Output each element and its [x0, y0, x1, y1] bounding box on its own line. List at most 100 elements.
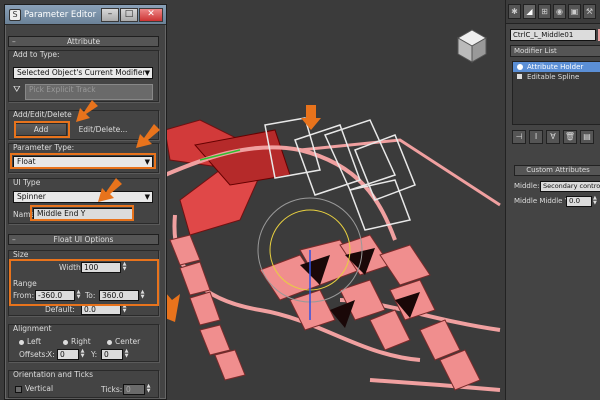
ui-type-dropdown[interactable]: Spinner ▼	[13, 191, 153, 203]
utilities-tab-icon[interactable]: ⚒	[583, 4, 596, 19]
ui-type-value: Spinner	[17, 192, 46, 201]
radio-dot-icon	[19, 339, 24, 345]
stack-item-attribute-holder[interactable]: Attribute Holder	[513, 62, 600, 72]
parameter-editor-dialog[interactable]: S Parameter Editor – □ ✕ – Attribute Add…	[4, 4, 167, 400]
default-spinner[interactable]: 0.0 ▲ ▼	[81, 304, 126, 315]
pin-stack-icon[interactable]: ⊣	[512, 130, 526, 144]
middle-label: Middle:	[514, 182, 540, 190]
name-field[interactable]: Middle End Y	[33, 208, 133, 220]
radio-left-label: Left	[27, 337, 42, 346]
spinner-arrows-icon[interactable]: ▲ ▼	[123, 349, 130, 360]
from-spinner[interactable]: -360.0 ▲ ▼	[35, 290, 80, 301]
from-label: From:	[13, 291, 35, 300]
stack-item-editable-spline[interactable]: Editable Spline	[513, 72, 600, 82]
annotation-arrow-icon	[98, 178, 122, 202]
motion-tab-icon[interactable]: ◉	[553, 4, 566, 19]
lightbulb-icon[interactable]	[517, 64, 523, 70]
attribute-rollout-title: Attribute	[66, 37, 101, 46]
add-to-type-group: Add to Type: Selected Object's Current M…	[8, 50, 159, 102]
width-spinner[interactable]: 100 ▲ ▼	[81, 262, 126, 273]
modifier-list-dropdown[interactable]: Modifier List	[510, 45, 600, 57]
stack-item-label: Attribute Holder	[527, 63, 584, 71]
edit-delete-button[interactable]: Edit/Delete...	[73, 123, 133, 136]
checkbox-box-icon	[15, 385, 22, 393]
spinner-arrows-icon[interactable]: ▲ ▼	[121, 262, 128, 273]
offset-y-value: 0	[104, 350, 109, 359]
default-label: Default:	[45, 305, 75, 314]
dialog-body: – Attribute Add to Type: Selected Object…	[8, 28, 163, 399]
parameter-type-label: Parameter Type:	[13, 143, 75, 152]
spinner-arrows-icon[interactable]: ▲ ▼	[145, 384, 152, 395]
add-edit-delete-label: Add/Edit/Delete	[13, 110, 72, 119]
dialog-title: Parameter Editor	[24, 9, 97, 20]
radio-left[interactable]: Left	[19, 337, 41, 346]
middle-dropdown[interactable]: Secondary controls	[540, 181, 600, 192]
modify-tab-icon[interactable]: ◢	[523, 4, 536, 19]
float-ui-rollout-header[interactable]: – Float UI Options	[8, 234, 159, 245]
close-button[interactable]: ✕	[139, 7, 163, 22]
range-label: Range	[13, 279, 37, 288]
middle-middle-label: Middle Middle Y:	[514, 197, 571, 205]
radio-right[interactable]: Right	[63, 337, 91, 346]
minimize-button[interactable]: –	[101, 7, 119, 22]
offset-x-value: 0	[60, 350, 65, 359]
filter-icon[interactable]: ⛛	[13, 85, 21, 95]
configure-sets-icon[interactable]: ▤	[580, 130, 594, 144]
spinner-arrows-icon[interactable]: ▲ ▼	[79, 349, 86, 360]
attribute-rollout-header[interactable]: – Attribute	[8, 36, 159, 47]
make-unique-icon[interactable]: ∀	[546, 130, 560, 144]
add-to-type-dropdown[interactable]: Selected Object's Current Modifier ▼	[13, 67, 153, 79]
ui-type-group: UI Type Spinner ▼ Name Middle End Y	[8, 178, 159, 224]
app-icon: S	[9, 8, 21, 21]
offset-y-spinner[interactable]: 0 ▲ ▼	[101, 349, 128, 360]
remove-modifier-icon[interactable]: 🗑	[563, 130, 577, 144]
radio-right-label: Right	[71, 337, 91, 346]
offset-x-spinner[interactable]: 0 ▲ ▼	[57, 349, 84, 360]
dialog-titlebar[interactable]: S Parameter Editor – □ ✕	[5, 5, 166, 25]
custom-attributes-header[interactable]: Custom Attributes	[514, 165, 600, 176]
alignment-group: Alignment Left Right Center Offsets: X: …	[8, 324, 159, 362]
show-end-result-icon[interactable]: Ⅰ	[529, 130, 543, 144]
annotation-arrow-icon	[76, 100, 98, 122]
radio-center[interactable]: Center	[107, 337, 140, 346]
modifier-stack: Attribute Holder Editable Spline	[512, 61, 600, 125]
object-name-field[interactable]: CtrlC_L_Middle01	[510, 29, 596, 41]
width-label: Width:	[59, 263, 84, 272]
size-range-group: Size Width: 100 ▲ ▼ Range From: -360.0 ▲ ▼…	[8, 250, 159, 316]
collapse-icon: –	[12, 37, 16, 46]
create-tab-icon[interactable]: ✱	[508, 4, 521, 19]
add-button[interactable]: Add	[15, 123, 67, 136]
chevron-down-icon: ▼	[144, 158, 150, 166]
command-panel: ✱ ◢ ⊞ ◉ ▣ ⚒ CtrlC_L_Middle01 Modifier Li…	[505, 0, 600, 400]
spinner-arrows-icon[interactable]: ▲ ▼	[139, 290, 146, 301]
to-value: 360.0	[102, 291, 124, 300]
ticks-spinner[interactable]: 0 ▲ ▼	[123, 384, 150, 395]
name-value: Middle End Y	[37, 209, 86, 218]
hierarchy-tab-icon[interactable]: ⊞	[538, 4, 551, 19]
to-label: To:	[85, 291, 96, 300]
spinner-arrows-icon[interactable]: ▲ ▼	[75, 290, 82, 301]
to-spinner[interactable]: 360.0 ▲ ▼	[99, 290, 144, 301]
spinner-arrows-icon[interactable]: ▲ ▼	[593, 196, 597, 206]
annotation-arrow-icon	[136, 124, 160, 148]
middle-middle-spinner[interactable]: 0.0	[566, 196, 592, 207]
pick-explicit-track-text: Pick Explicit Track	[29, 85, 96, 94]
collapse-icon: –	[12, 235, 16, 244]
command-panel-tabs: ✱ ◢ ⊞ ◉ ▣ ⚒	[506, 0, 600, 24]
orientation-group: Orientation and Ticks Vertical Ticks: 0 …	[8, 370, 159, 398]
from-value: -360.0	[38, 291, 63, 300]
modifier-square-icon	[517, 74, 522, 79]
radio-dot-icon	[107, 339, 112, 345]
add-to-type-label: Add to Type:	[13, 50, 60, 59]
vertical-checkbox[interactable]: Vertical	[15, 384, 53, 393]
spinner-arrows-icon[interactable]: ▲ ▼	[121, 304, 128, 315]
radio-center-label: Center	[115, 337, 141, 346]
ui-type-label: UI Type	[13, 178, 41, 187]
maximize-button[interactable]: □	[120, 7, 138, 22]
width-value: 100	[84, 263, 99, 272]
alignment-label: Alignment	[13, 324, 52, 333]
float-ui-rollout-title: Float UI Options	[53, 235, 114, 244]
chevron-down-icon: ▼	[144, 193, 150, 201]
display-tab-icon[interactable]: ▣	[568, 4, 581, 19]
parameter-type-dropdown[interactable]: Float ▼	[13, 156, 153, 168]
